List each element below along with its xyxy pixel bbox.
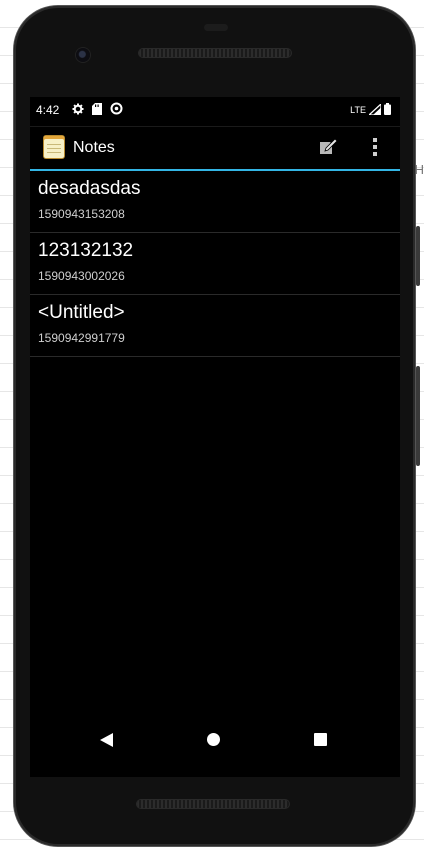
power-button[interactable] (416, 226, 420, 286)
navigation-bar (30, 722, 400, 758)
status-system-icons: LTE (350, 102, 391, 117)
home-icon[interactable] (207, 733, 220, 746)
network-type-label: LTE (350, 105, 366, 115)
status-notification-icons (72, 102, 123, 118)
note-list-item[interactable]: <Untitled> 1590942991779 (30, 295, 400, 357)
note-title: <Untitled> (38, 302, 125, 323)
front-camera-icon (76, 48, 90, 62)
note-list: desadasdas 1590943153208 123132132 15909… (30, 171, 400, 357)
proximity-sensor (204, 24, 228, 31)
note-list-item[interactable]: 123132132 1590943002026 (30, 233, 400, 295)
device-screen: 4:42 LTE Notes desadasdas 1590943153208 … (30, 97, 400, 777)
note-list-item[interactable]: desadasdas 1590943153208 (30, 171, 400, 233)
earpiece-speaker (139, 49, 291, 57)
new-note-button[interactable] (318, 138, 340, 158)
bottom-speaker (137, 800, 289, 808)
sd-card-icon (92, 102, 102, 118)
signal-icon (367, 102, 382, 117)
battery-icon (384, 103, 391, 117)
overflow-menu-icon (372, 138, 378, 161)
phone-frame: 4:42 LTE Notes desadasdas 1590943153208 … (14, 6, 420, 846)
overflow-menu-button[interactable] (372, 137, 382, 159)
note-title: desadasdas (38, 178, 141, 199)
action-bar: Notes (30, 126, 400, 171)
note-timestamp: 1590942991779 (38, 331, 125, 345)
notepad-app-icon (44, 136, 64, 158)
status-bar: 4:42 LTE (30, 97, 400, 121)
note-timestamp: 1590943153208 (38, 207, 125, 221)
gear-icon (72, 103, 84, 118)
recents-icon[interactable] (314, 733, 327, 746)
new-note-icon (318, 138, 338, 160)
status-time: 4:42 (36, 103, 60, 117)
back-icon[interactable] (100, 733, 113, 752)
background-hint-text: H (414, 162, 424, 177)
volume-button[interactable] (416, 366, 420, 466)
data-saver-icon (110, 102, 123, 118)
app-title: Notes (73, 139, 115, 156)
note-title: 123132132 (38, 240, 134, 261)
note-timestamp: 1590943002026 (38, 269, 125, 283)
